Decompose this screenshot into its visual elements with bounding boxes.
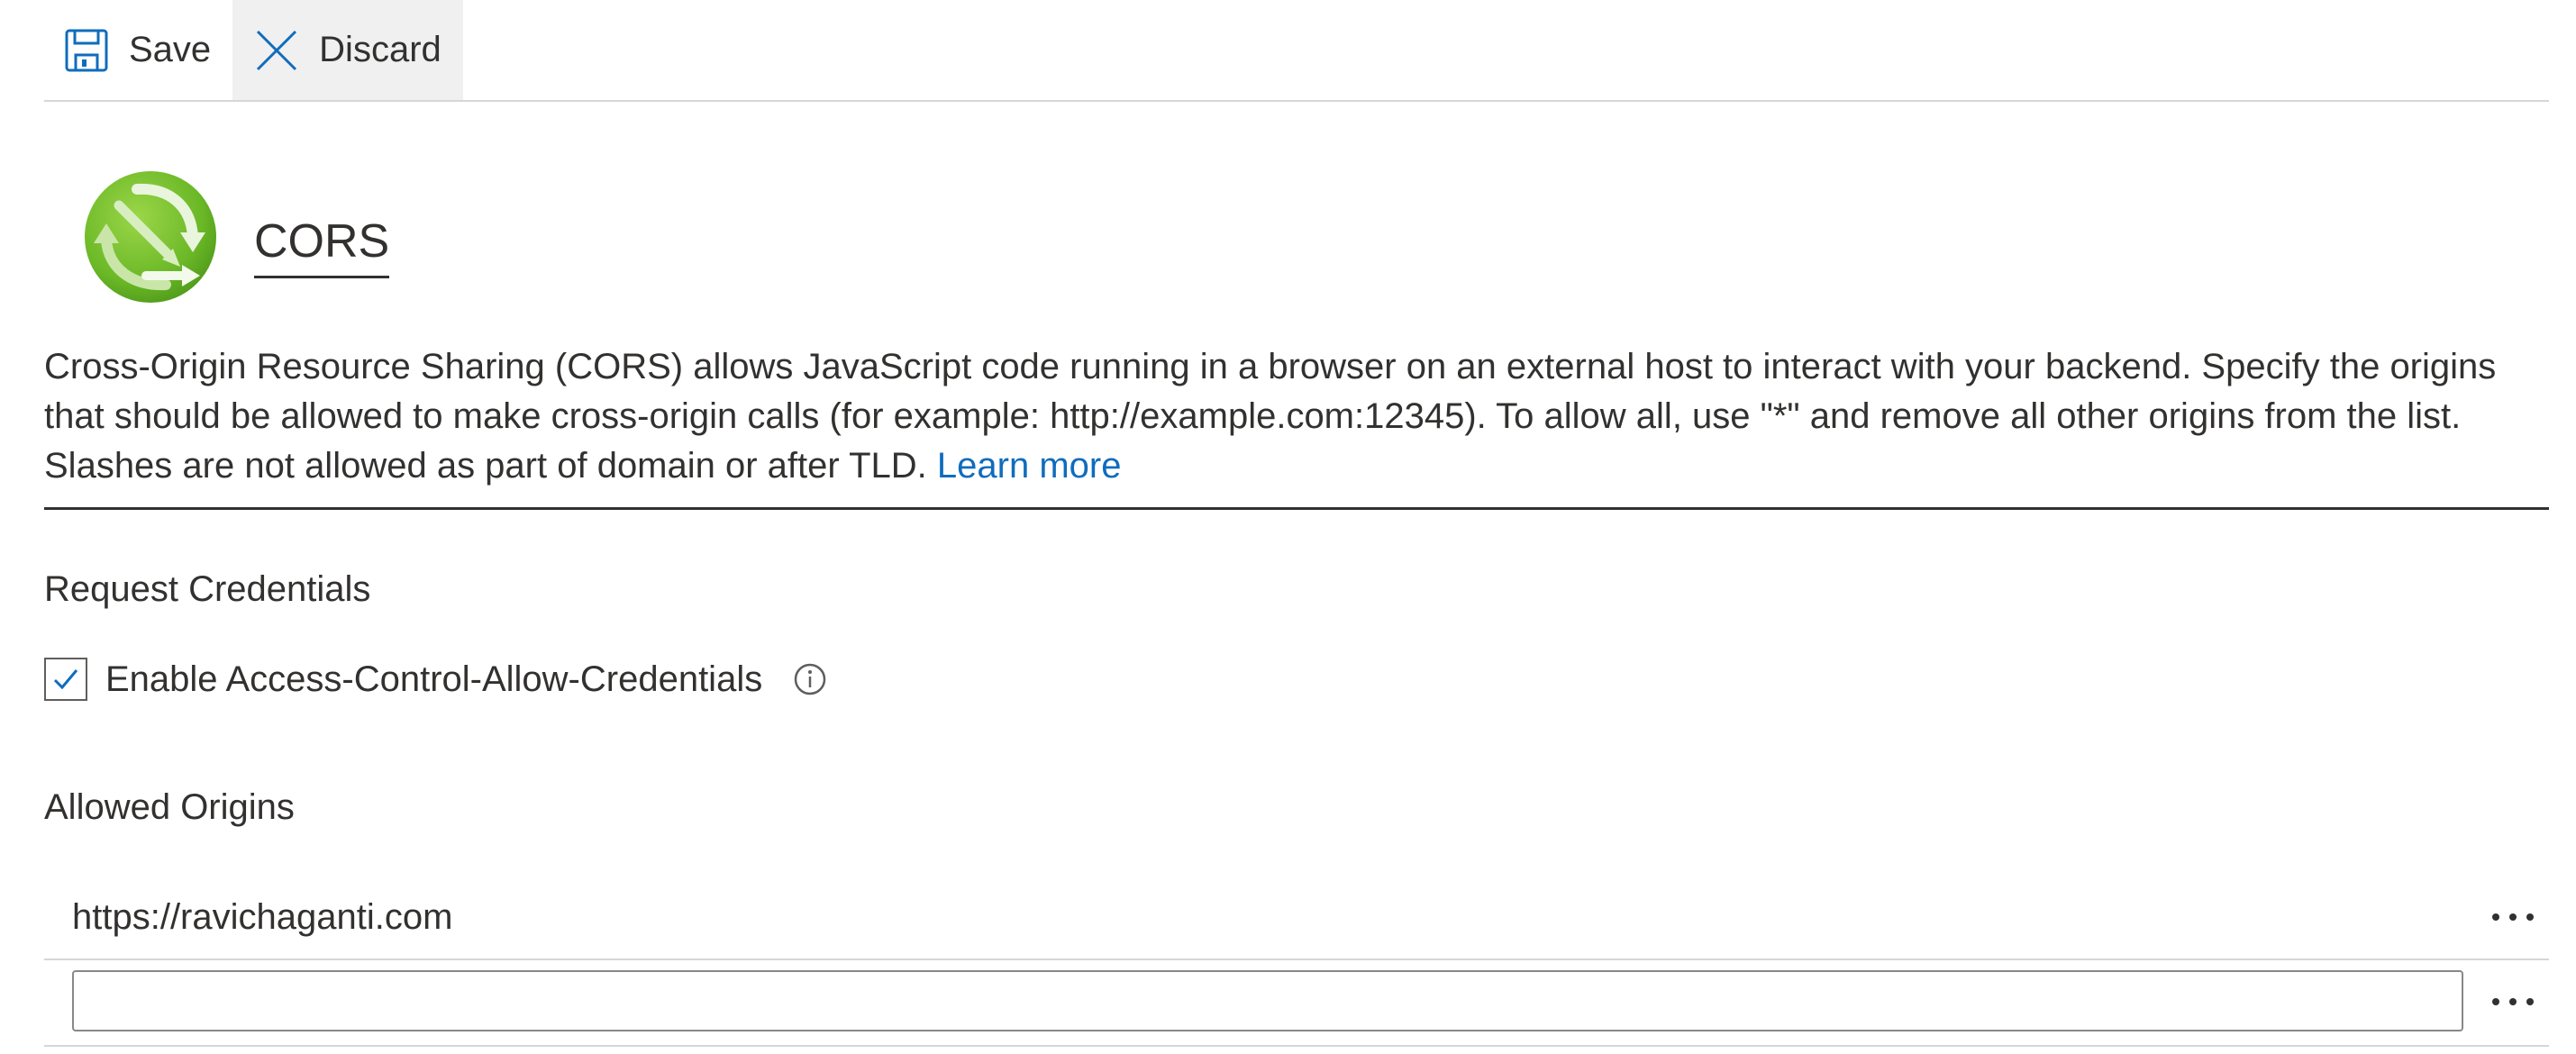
credentials-checkbox-row: Enable Access-Control-Allow-Credentials xyxy=(44,658,827,701)
cors-globe-arrows-icon xyxy=(85,171,216,303)
page-title-wrapper: CORS xyxy=(254,214,390,278)
cors-description: Cross-Origin Resource Sharing (CORS) all… xyxy=(44,342,2549,510)
ellipsis-icon xyxy=(2492,913,2534,921)
enable-credentials-checkbox[interactable] xyxy=(44,658,87,701)
cors-settings-page: Save Discard CORS Cross-Origin Resource … xyxy=(0,0,2576,1054)
origin-value: https://ravichaganti.com xyxy=(72,897,453,937)
info-icon[interactable] xyxy=(793,662,827,696)
request-credentials-heading: Request Credentials xyxy=(44,569,371,609)
origin-list-item: https://ravichaganti.com xyxy=(44,876,2549,960)
more-options-button[interactable] xyxy=(2477,890,2549,944)
close-icon xyxy=(257,30,297,70)
origin-new-entry-row xyxy=(44,960,2549,1047)
learn-more-link[interactable]: Learn more xyxy=(937,446,1122,486)
allowed-origins-heading: Allowed Origins xyxy=(44,787,295,827)
save-button[interactable]: Save xyxy=(44,0,232,100)
save-button-label: Save xyxy=(129,30,212,69)
save-icon xyxy=(65,29,108,71)
ellipsis-icon xyxy=(2492,998,2534,1005)
discard-button-label: Discard xyxy=(319,30,441,69)
command-bar: Save Discard xyxy=(44,0,2549,102)
discard-button[interactable]: Discard xyxy=(232,0,463,100)
page-header xyxy=(83,169,218,304)
page-title: CORS xyxy=(254,214,390,278)
new-origin-more-options-button[interactable] xyxy=(2477,975,2549,1029)
new-origin-input[interactable] xyxy=(72,970,2463,1031)
description-text: Cross-Origin Resource Sharing (CORS) all… xyxy=(44,347,2497,486)
enable-credentials-label: Enable Access-Control-Allow-Credentials xyxy=(105,659,763,699)
checkmark-icon xyxy=(53,669,78,690)
